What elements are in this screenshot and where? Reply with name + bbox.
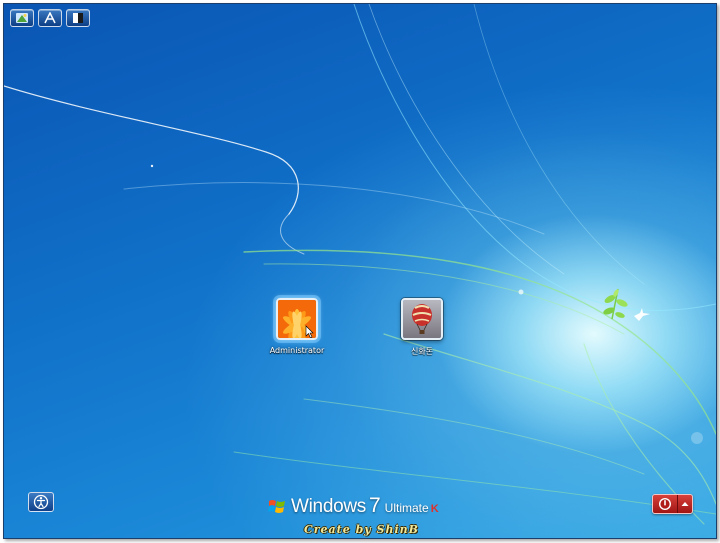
shutdown-options-button[interactable] <box>678 495 692 513</box>
windows-wordmark: Windows <box>291 496 366 517</box>
edition-mark: K <box>430 503 439 515</box>
user-tile-administrator[interactable]: Administrator <box>252 298 342 355</box>
ease-of-access-icon <box>33 494 49 510</box>
top-toolbar <box>10 9 90 27</box>
user-name: Administrator <box>269 346 325 355</box>
logon-screen: Administrator 신화돈 Windows 7 Ultimate K C… <box>3 3 717 539</box>
ease-of-access-button[interactable] <box>28 492 54 512</box>
display-options-icon <box>16 13 28 23</box>
power-button-group <box>652 494 693 514</box>
font-button[interactable] <box>38 9 62 27</box>
power-icon <box>659 498 671 510</box>
creator-watermark: Create by ShinB <box>304 523 419 536</box>
windows-flag-icon <box>268 500 285 513</box>
hot-air-balloon-icon <box>403 300 441 338</box>
arrow-up-icon <box>681 502 689 506</box>
windows-branding: Windows 7 Ultimate K <box>268 494 439 518</box>
user-name: 신화돈 <box>410 347 434 356</box>
orange-flower-icon <box>278 300 316 338</box>
edition-name: Ultimate <box>384 501 429 515</box>
user-picture[interactable] <box>276 298 318 340</box>
background-swoosh-art <box>4 4 716 525</box>
font-icon <box>44 12 56 24</box>
display-options-button[interactable] <box>10 9 34 27</box>
version-number: 7 <box>368 494 381 517</box>
high-contrast-button[interactable] <box>66 9 90 27</box>
user-tile-second[interactable]: 신화돈 <box>377 298 467 357</box>
power-button[interactable] <box>653 495 678 513</box>
user-picture[interactable] <box>401 298 443 340</box>
high-contrast-icon <box>73 13 83 23</box>
